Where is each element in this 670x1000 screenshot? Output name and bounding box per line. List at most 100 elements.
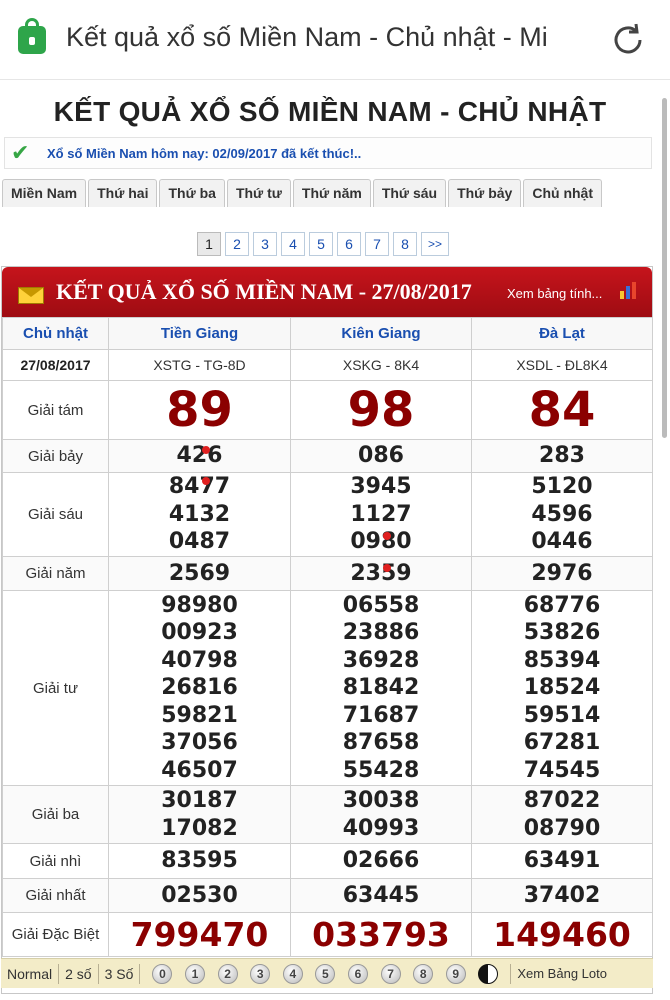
prize-number: 71687 [342,702,420,728]
prize-number: 02530 [161,882,238,908]
tab-thu-ba[interactable]: Thứ ba [159,179,225,207]
page-3[interactable]: 3 [253,232,277,256]
notice-text[interactable]: Xổ số Miền Nam hôm nay: 02/09/2017 đã kế… [47,146,361,161]
draw-date: 27/08/2017 [2,349,109,381]
prize-number: 84 [528,382,596,438]
prize-number: 87022 [523,788,601,813]
loto-table-link[interactable]: Xem Bảng Loto [510,963,607,984]
tab-chu-nhat[interactable]: Chủ nhật [523,179,602,207]
prize-number: 8477 [109,473,290,501]
digit-6-button[interactable]: 6 [347,963,368,984]
page-8[interactable]: 8 [393,232,417,256]
prize-row-g2: Giải nhì 83595 02666 63491 [2,843,653,879]
digit-8-button[interactable]: 8 [413,963,434,984]
prize-number: 0980 [291,528,471,556]
digit-5-button[interactable]: 5 [315,963,336,984]
prize-number: 68776 [523,592,601,618]
prize-number: 67281 [523,730,601,756]
day-name[interactable]: Chủ nhật [2,317,109,350]
prize-number: 83595 [161,848,238,874]
prize-number: 37402 [523,882,601,908]
tab-mien-nam[interactable]: Miền Nam [2,179,87,207]
page-title: KẾT QUẢ XỔ SỐ MIỀN NAM - CHỦ NHẬT [53,96,607,127]
yin-yang-icon[interactable] [478,963,499,984]
prize-number: 81842 [342,675,420,701]
ticket-code: XSTG - TG-8D [108,349,291,381]
digit-3-button[interactable]: 3 [250,963,271,984]
prize-number: 37056 [161,730,238,756]
page-5[interactable]: 5 [309,232,333,256]
prize-number: 46507 [161,757,238,783]
results-title: KẾT QUẢ XỔ SỐ MIỀN NAM - 27/08/2017 [56,279,472,304]
prize-row-g6: Giải sáu 8477 4132 0487 3945 1127 0980 5… [2,472,653,557]
prize-number: 0446 [531,529,593,555]
prize-label: Giải ba [2,785,109,844]
notice-box: ✔ Xổ số Miền Nam hôm nay: 02/09/2017 đã … [4,137,652,169]
digit-0-button[interactable]: 0 [152,963,173,984]
prize-number: 06558 [342,592,420,618]
prize-row-g7: Giải bảy 426 086 283 [2,439,653,473]
prize-number: 2359 [291,560,471,588]
prize-number: 30038 [342,788,420,813]
page-6[interactable]: 6 [337,232,361,256]
prize-number: 00923 [161,620,238,646]
province-name[interactable]: Đà Lạt [471,317,653,350]
province-name[interactable]: Tiền Giang [108,317,291,350]
prize-number: 4132 [168,501,231,527]
two-digit-button[interactable]: 2 số [59,963,99,984]
reload-icon[interactable] [608,20,648,60]
url-title[interactable]: Kết quả xổ số Miền Nam - Chủ nhật - Mi [66,22,548,53]
digit-2-button[interactable]: 2 [217,963,238,984]
tab-thu-bay[interactable]: Thứ bảy [448,179,522,207]
prize-number: 086 [358,443,404,469]
next-page-button[interactable]: >> [421,232,449,256]
pagination: 1 2 3 4 5 6 7 8 >> [197,232,453,256]
normal-view-button[interactable]: Normal [1,963,60,984]
ticket-code: XSDL - ĐL8K4 [471,349,653,381]
prize-number: 4596 [531,501,593,527]
prize-number: 59821 [161,702,238,728]
prize-label: Giải năm [2,556,109,591]
prize-number: 63491 [523,848,601,874]
prize-number: 2976 [531,560,593,586]
three-digit-button[interactable]: 3 Số [99,963,141,984]
page-2[interactable]: 2 [225,232,249,256]
digit-9-button[interactable]: 9 [445,963,466,984]
tab-thu-tu[interactable]: Thứ tư [226,179,291,207]
results-header: KẾT QUẢ XỔ SỐ MIỀN NAM - 27/08/2017 Xem … [2,267,652,317]
ticket-code: XSKG - 8K4 [290,349,472,381]
prize-label: Giải Đặc Biệt [2,912,109,957]
prize-number: 17082 [161,815,238,841]
digit-1-button[interactable]: 1 [185,963,205,984]
prize-number: 53826 [523,620,601,646]
tab-thu-hai[interactable]: Thứ hai [88,179,158,207]
tab-thu-nam[interactable]: Thứ năm [292,179,371,207]
page-scrollbar[interactable] [662,98,667,438]
tab-thu-sau[interactable]: Thứ sáu [372,179,447,207]
prize-number: 55428 [342,757,420,783]
prize-label: Giải tư [2,590,109,786]
digit-filter: 0 1 2 3 4 5 6 7 8 9 [152,963,510,984]
checkmark-icon: ✔ [11,140,30,165]
page-1[interactable]: 1 [197,232,221,256]
prize-label: Giải bảy [2,439,109,473]
prize-number: 02666 [342,848,420,874]
view-table-link[interactable]: Xem bảng tính... [507,286,602,301]
prize-number: 40993 [342,815,420,841]
prize-number: 283 [539,443,585,469]
prize-number: 63445 [342,882,420,908]
bar-chart-icon[interactable] [618,280,640,300]
address-bar: Kết quả xổ số Miền Nam - Chủ nhật - Mi [0,0,670,80]
province-name[interactable]: Kiên Giang [290,317,472,350]
page-7[interactable]: 7 [365,232,389,256]
digit-4-button[interactable]: 4 [282,963,303,984]
prize-row-g8: Giải tám 89 98 84 [2,380,653,440]
prize-number: 40798 [161,647,238,673]
page-4[interactable]: 4 [281,232,305,256]
special-prize-number: 033793 [312,914,450,954]
day-tabs: Miền Nam Thứ hai Thứ ba Thứ tư Thứ năm T… [2,179,604,207]
digit-7-button[interactable]: 7 [380,963,401,984]
results-box: KẾT QUẢ XỔ SỐ MIỀN NAM - 27/08/2017 Xem … [1,266,653,994]
results-table: Chủ nhật Tiền Giang Kiên Giang Đà Lạt 27… [2,317,653,957]
province-header-row: Chủ nhật Tiền Giang Kiên Giang Đà Lạt [2,317,653,350]
